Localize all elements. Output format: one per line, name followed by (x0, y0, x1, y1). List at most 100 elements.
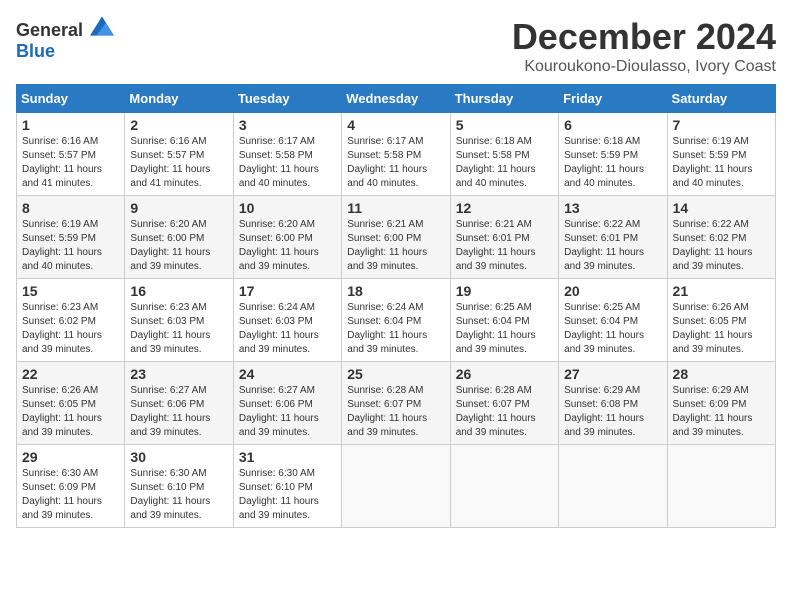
day-number: 16 (130, 283, 227, 299)
day-number: 9 (130, 200, 227, 216)
calendar-day-cell: 11 Sunrise: 6:21 AM Sunset: 6:00 PM Dayl… (342, 196, 450, 279)
day-number: 30 (130, 449, 227, 465)
col-sunday: Sunday (17, 85, 125, 113)
day-info: Sunrise: 6:16 AM Sunset: 5:57 PM Dayligh… (130, 135, 227, 191)
day-info: Sunrise: 6:30 AM Sunset: 6:09 PM Dayligh… (22, 467, 119, 523)
calendar-day-cell: 31 Sunrise: 6:30 AM Sunset: 6:10 PM Dayl… (233, 445, 341, 528)
calendar-week-row: 1 Sunrise: 6:16 AM Sunset: 5:57 PM Dayli… (17, 113, 776, 196)
calendar-day-cell (559, 445, 667, 528)
calendar-day-cell (450, 445, 558, 528)
day-info: Sunrise: 6:22 AM Sunset: 6:02 PM Dayligh… (673, 218, 770, 274)
day-number: 4 (347, 117, 444, 133)
calendar-day-cell: 29 Sunrise: 6:30 AM Sunset: 6:09 PM Dayl… (17, 445, 125, 528)
day-number: 11 (347, 200, 444, 216)
day-info: Sunrise: 6:23 AM Sunset: 6:02 PM Dayligh… (22, 301, 119, 357)
calendar-day-cell: 7 Sunrise: 6:19 AM Sunset: 5:59 PM Dayli… (667, 113, 775, 196)
calendar-day-cell: 4 Sunrise: 6:17 AM Sunset: 5:58 PM Dayli… (342, 113, 450, 196)
day-number: 23 (130, 366, 227, 382)
day-info: Sunrise: 6:29 AM Sunset: 6:08 PM Dayligh… (564, 384, 661, 440)
day-info: Sunrise: 6:17 AM Sunset: 5:58 PM Dayligh… (347, 135, 444, 191)
day-info: Sunrise: 6:21 AM Sunset: 6:00 PM Dayligh… (347, 218, 444, 274)
calendar-day-cell: 15 Sunrise: 6:23 AM Sunset: 6:02 PM Dayl… (17, 279, 125, 362)
calendar-day-cell: 9 Sunrise: 6:20 AM Sunset: 6:00 PM Dayli… (125, 196, 233, 279)
day-info: Sunrise: 6:16 AM Sunset: 5:57 PM Dayligh… (22, 135, 119, 191)
logo-general: General (16, 20, 83, 40)
day-info: Sunrise: 6:18 AM Sunset: 5:58 PM Dayligh… (456, 135, 553, 191)
calendar-week-row: 22 Sunrise: 6:26 AM Sunset: 6:05 PM Dayl… (17, 362, 776, 445)
logo-icon (90, 16, 114, 36)
calendar-week-row: 15 Sunrise: 6:23 AM Sunset: 6:02 PM Dayl… (17, 279, 776, 362)
day-info: Sunrise: 6:23 AM Sunset: 6:03 PM Dayligh… (130, 301, 227, 357)
day-info: Sunrise: 6:18 AM Sunset: 5:59 PM Dayligh… (564, 135, 661, 191)
col-monday: Monday (125, 85, 233, 113)
day-info: Sunrise: 6:27 AM Sunset: 6:06 PM Dayligh… (239, 384, 336, 440)
header: General Blue December 2024 Kouroukono-Di… (16, 16, 776, 76)
calendar-day-cell: 20 Sunrise: 6:25 AM Sunset: 6:04 PM Dayl… (559, 279, 667, 362)
day-number: 20 (564, 283, 661, 299)
day-info: Sunrise: 6:28 AM Sunset: 6:07 PM Dayligh… (456, 384, 553, 440)
calendar-day-cell: 22 Sunrise: 6:26 AM Sunset: 6:05 PM Dayl… (17, 362, 125, 445)
day-number: 29 (22, 449, 119, 465)
day-number: 2 (130, 117, 227, 133)
day-info: Sunrise: 6:26 AM Sunset: 6:05 PM Dayligh… (22, 384, 119, 440)
calendar-day-cell (667, 445, 775, 528)
day-number: 28 (673, 366, 770, 382)
logo-blue: Blue (16, 41, 55, 61)
day-number: 18 (347, 283, 444, 299)
day-number: 21 (673, 283, 770, 299)
day-info: Sunrise: 6:29 AM Sunset: 6:09 PM Dayligh… (673, 384, 770, 440)
day-number: 1 (22, 117, 119, 133)
calendar-day-cell: 13 Sunrise: 6:22 AM Sunset: 6:01 PM Dayl… (559, 196, 667, 279)
calendar-day-cell: 30 Sunrise: 6:30 AM Sunset: 6:10 PM Dayl… (125, 445, 233, 528)
day-info: Sunrise: 6:21 AM Sunset: 6:01 PM Dayligh… (456, 218, 553, 274)
day-info: Sunrise: 6:30 AM Sunset: 6:10 PM Dayligh… (239, 467, 336, 523)
day-info: Sunrise: 6:22 AM Sunset: 6:01 PM Dayligh… (564, 218, 661, 274)
col-tuesday: Tuesday (233, 85, 341, 113)
calendar-day-cell: 3 Sunrise: 6:17 AM Sunset: 5:58 PM Dayli… (233, 113, 341, 196)
day-number: 10 (239, 200, 336, 216)
calendar-day-cell: 6 Sunrise: 6:18 AM Sunset: 5:59 PM Dayli… (559, 113, 667, 196)
title-area: December 2024 Kouroukono-Dioulasso, Ivor… (512, 16, 776, 76)
day-number: 22 (22, 366, 119, 382)
logo: General Blue (16, 16, 114, 62)
page-container: General Blue December 2024 Kouroukono-Di… (16, 16, 776, 528)
calendar-day-cell: 16 Sunrise: 6:23 AM Sunset: 6:03 PM Dayl… (125, 279, 233, 362)
day-info: Sunrise: 6:25 AM Sunset: 6:04 PM Dayligh… (456, 301, 553, 357)
calendar-day-cell: 10 Sunrise: 6:20 AM Sunset: 6:00 PM Dayl… (233, 196, 341, 279)
day-info: Sunrise: 6:27 AM Sunset: 6:06 PM Dayligh… (130, 384, 227, 440)
col-thursday: Thursday (450, 85, 558, 113)
calendar-day-cell: 19 Sunrise: 6:25 AM Sunset: 6:04 PM Dayl… (450, 279, 558, 362)
calendar-day-cell: 17 Sunrise: 6:24 AM Sunset: 6:03 PM Dayl… (233, 279, 341, 362)
calendar-day-cell: 23 Sunrise: 6:27 AM Sunset: 6:06 PM Dayl… (125, 362, 233, 445)
month-title: December 2024 (512, 16, 776, 58)
day-number: 31 (239, 449, 336, 465)
day-number: 25 (347, 366, 444, 382)
calendar-day-cell: 12 Sunrise: 6:21 AM Sunset: 6:01 PM Dayl… (450, 196, 558, 279)
calendar-day-cell: 25 Sunrise: 6:28 AM Sunset: 6:07 PM Dayl… (342, 362, 450, 445)
day-info: Sunrise: 6:20 AM Sunset: 6:00 PM Dayligh… (130, 218, 227, 274)
day-number: 6 (564, 117, 661, 133)
calendar-day-cell: 24 Sunrise: 6:27 AM Sunset: 6:06 PM Dayl… (233, 362, 341, 445)
calendar-header-row: Sunday Monday Tuesday Wednesday Thursday… (17, 85, 776, 113)
day-info: Sunrise: 6:17 AM Sunset: 5:58 PM Dayligh… (239, 135, 336, 191)
day-number: 13 (564, 200, 661, 216)
col-saturday: Saturday (667, 85, 775, 113)
day-number: 26 (456, 366, 553, 382)
calendar-day-cell: 8 Sunrise: 6:19 AM Sunset: 5:59 PM Dayli… (17, 196, 125, 279)
calendar-week-row: 8 Sunrise: 6:19 AM Sunset: 5:59 PM Dayli… (17, 196, 776, 279)
day-number: 14 (673, 200, 770, 216)
day-number: 12 (456, 200, 553, 216)
day-info: Sunrise: 6:26 AM Sunset: 6:05 PM Dayligh… (673, 301, 770, 357)
calendar-day-cell: 1 Sunrise: 6:16 AM Sunset: 5:57 PM Dayli… (17, 113, 125, 196)
calendar-day-cell: 5 Sunrise: 6:18 AM Sunset: 5:58 PM Dayli… (450, 113, 558, 196)
day-info: Sunrise: 6:19 AM Sunset: 5:59 PM Dayligh… (673, 135, 770, 191)
calendar-day-cell: 28 Sunrise: 6:29 AM Sunset: 6:09 PM Dayl… (667, 362, 775, 445)
day-info: Sunrise: 6:25 AM Sunset: 6:04 PM Dayligh… (564, 301, 661, 357)
location-title: Kouroukono-Dioulasso, Ivory Coast (512, 58, 776, 76)
calendar-day-cell: 21 Sunrise: 6:26 AM Sunset: 6:05 PM Dayl… (667, 279, 775, 362)
calendar-day-cell (342, 445, 450, 528)
calendar-table: Sunday Monday Tuesday Wednesday Thursday… (16, 84, 776, 528)
calendar-day-cell: 26 Sunrise: 6:28 AM Sunset: 6:07 PM Dayl… (450, 362, 558, 445)
day-number: 3 (239, 117, 336, 133)
day-info: Sunrise: 6:19 AM Sunset: 5:59 PM Dayligh… (22, 218, 119, 274)
